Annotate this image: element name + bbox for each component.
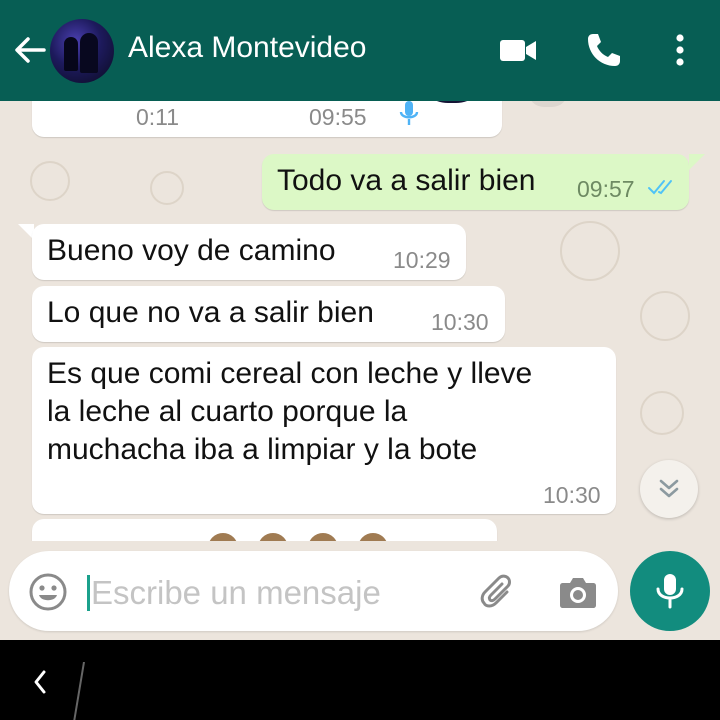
chat-header: Alexa Montevideo xyxy=(0,0,720,101)
message-text: Bueno voy de camino xyxy=(47,234,336,267)
voice-note-play-button[interactable] xyxy=(528,101,568,107)
wallpaper-doodle xyxy=(150,171,184,205)
message-time: 10:30 xyxy=(543,482,601,508)
avatar[interactable] xyxy=(50,19,114,83)
emoji-image xyxy=(308,533,338,541)
voice-note-bubble[interactable]: 0:11 09:55 xyxy=(32,101,502,137)
contact-name[interactable]: Alexa Montevideo xyxy=(128,31,366,65)
wallpaper-doodle xyxy=(30,161,70,201)
emoji-image xyxy=(258,533,288,541)
system-nav-bar xyxy=(0,640,720,720)
message-list[interactable]: 0:11 09:55 Todo va a salir bien 09:57 Bu… xyxy=(0,101,720,541)
wallpaper-doodle xyxy=(560,221,620,281)
message-time: 10:29 xyxy=(393,247,451,273)
message-input-box[interactable]: Escribe un mensaje xyxy=(9,551,618,631)
message-time: 10:30 xyxy=(431,309,489,335)
voice-note-duration: 0:11 xyxy=(136,104,180,130)
mic-icon xyxy=(656,574,684,609)
emoji-image xyxy=(358,533,388,541)
message-line: Es que comi cereal con leche y lleve xyxy=(47,357,533,390)
incoming-message-partial[interactable] xyxy=(32,519,497,541)
wallpaper-doodle xyxy=(640,291,690,341)
incoming-message[interactable]: Bueno voy de camino 10:29 xyxy=(32,224,466,280)
video-camera-icon[interactable] xyxy=(496,28,540,72)
phone-icon[interactable] xyxy=(582,28,626,72)
bubble-tail xyxy=(689,154,705,170)
incoming-message[interactable]: Es que comi cereal con leche y lleve la … xyxy=(32,347,616,514)
more-vert-icon[interactable] xyxy=(658,28,702,72)
scroll-to-bottom-button[interactable] xyxy=(640,460,698,518)
composer: Escribe un mensaje xyxy=(0,541,720,640)
chevron-double-down-icon xyxy=(659,479,679,498)
nav-back-icon[interactable] xyxy=(26,662,86,720)
message-input[interactable]: Escribe un mensaje xyxy=(91,574,381,612)
camera-icon[interactable] xyxy=(557,571,599,613)
message-text: Todo va a salir bien xyxy=(277,164,536,197)
text-cursor xyxy=(87,575,90,611)
voice-note-avatar xyxy=(416,101,488,103)
double-check-icon xyxy=(648,180,672,195)
arrow-left-icon[interactable] xyxy=(10,30,50,70)
message-line: muchacha iba a limpiar y la bote xyxy=(47,433,478,466)
mic-icon xyxy=(399,101,419,125)
message-text: Lo que no va a salir bien xyxy=(47,296,374,329)
outgoing-message[interactable]: Todo va a salir bien 09:57 xyxy=(262,154,689,210)
message-line: la leche al cuarto porque la xyxy=(47,395,408,428)
emoji-icon[interactable] xyxy=(27,571,69,613)
paperclip-icon[interactable] xyxy=(477,571,519,613)
emoji-image xyxy=(208,533,238,541)
incoming-message[interactable]: Lo que no va a salir bien 10:30 xyxy=(32,286,505,342)
message-time: 09:57 xyxy=(577,176,635,202)
voice-record-button[interactable] xyxy=(630,551,710,631)
wallpaper-doodle xyxy=(640,391,684,435)
voice-note-time: 09:55 xyxy=(309,104,367,130)
